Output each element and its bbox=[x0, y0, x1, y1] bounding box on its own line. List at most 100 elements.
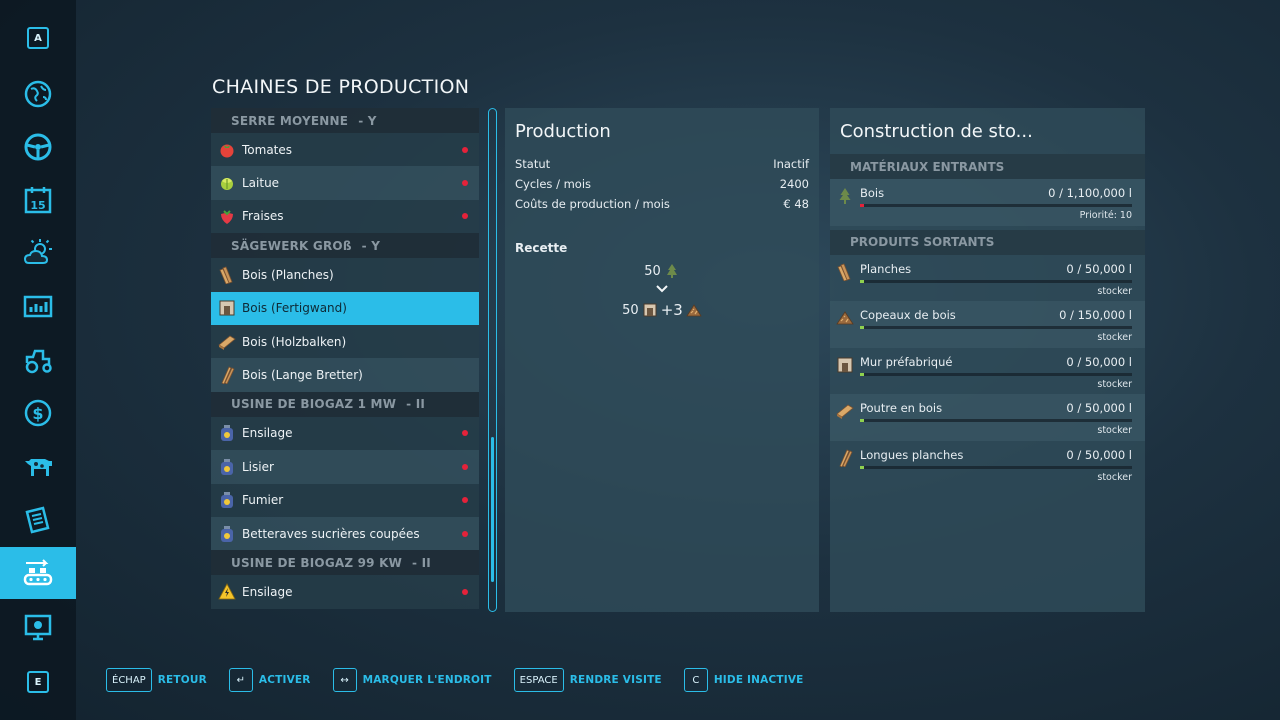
lettuce-icon bbox=[221, 178, 233, 191]
output-material-row[interactable]: Poutre en bois 0 / 50,000 l stocker bbox=[830, 394, 1145, 441]
list-item[interactable]: Fumier bbox=[211, 483, 479, 517]
biogas-bottle-icon bbox=[221, 425, 233, 442]
hint-activate[interactable]: ↵ ACTIVER bbox=[228, 668, 311, 692]
list-item[interactable]: Bois (Planches) bbox=[211, 258, 479, 292]
list-item[interactable]: Lisier bbox=[211, 450, 479, 484]
input-material-row[interactable]: Bois 0 / 1,100,000 l Priorité: 10 bbox=[830, 179, 1145, 226]
animals-icon bbox=[25, 459, 52, 476]
sidebar-item-finance[interactable]: $ bbox=[0, 387, 76, 439]
output-material-row[interactable]: Copeaux de bois 0 / 150,000 l stocker bbox=[830, 301, 1145, 348]
steering-wheel-icon bbox=[24, 133, 52, 161]
outputs-header: PRODUITS SORTANTS bbox=[830, 229, 1145, 255]
production-panel: Production Statut Inactif Cycles / mois 24… bbox=[505, 108, 819, 612]
input-hints-bar: ÉCHAP RETOUR ↵ ACTIVER ↔ MARQUER L'ENDRO… bbox=[106, 668, 826, 692]
inactive-dot bbox=[462, 530, 468, 537]
hint-mark-location[interactable]: ↔ MARQUER L'ENDROIT bbox=[332, 668, 492, 692]
inactive-dot bbox=[462, 588, 468, 595]
sidebar-item-weather[interactable] bbox=[0, 227, 76, 279]
list-item[interactable]: Fraises bbox=[211, 199, 479, 234]
list-item[interactable]: Tomates bbox=[211, 133, 479, 167]
prev-tab-key[interactable]: A bbox=[27, 27, 49, 49]
sidebar-item-help[interactable] bbox=[0, 601, 76, 653]
inactive-dot bbox=[462, 213, 468, 220]
inactive-dot bbox=[462, 430, 468, 437]
next-tab-key[interactable]: E bbox=[27, 671, 49, 693]
section-header-biogaz-1mw: USINE DE BIOGAZ 1 MW - II bbox=[211, 391, 479, 417]
section-header-serre: SERRE MOYENNE - Y bbox=[211, 108, 479, 133]
contracts-icon bbox=[25, 506, 50, 534]
sidebar: A 15 $ E bbox=[0, 0, 76, 720]
sidebar-item-animals[interactable] bbox=[0, 440, 76, 492]
prefab-wall-icon bbox=[643, 303, 657, 317]
sidebar-item-calendar[interactable]: 15 bbox=[0, 174, 76, 226]
help-icon bbox=[24, 614, 52, 641]
biogas-bottle-icon bbox=[221, 525, 233, 542]
section-header-biogaz-99kw: USINE DE BIOGAZ 99 KW - II bbox=[211, 550, 479, 576]
fill-bar bbox=[860, 279, 1132, 283]
sidebar-item-tractor[interactable] bbox=[0, 334, 76, 386]
inactive-dot bbox=[462, 180, 468, 187]
output-material-row[interactable]: Longues planches 0 / 50,000 l stocker bbox=[830, 441, 1145, 488]
svg-text:15: 15 bbox=[30, 199, 45, 212]
hint-visit[interactable]: ESPACE RENDRE VISITE bbox=[513, 668, 662, 692]
list-item[interactable]: Laitue bbox=[211, 166, 479, 200]
list-scrollbar[interactable] bbox=[488, 108, 497, 612]
list-item-selected[interactable]: Bois (Fertigwand) bbox=[211, 291, 479, 325]
recipe-output: 50 +3 bbox=[505, 301, 819, 319]
planks-icon bbox=[219, 266, 233, 284]
woodchips-icon bbox=[836, 311, 854, 325]
recipe-arrow bbox=[505, 281, 819, 297]
sidebar-item-vehicles[interactable] bbox=[0, 121, 76, 173]
biogas-bottle-icon bbox=[221, 492, 233, 509]
scrollbar-thumb[interactable] bbox=[491, 437, 494, 582]
planks-icon bbox=[837, 263, 851, 282]
stat-row-status: Statut Inactif bbox=[515, 157, 809, 171]
tree-icon bbox=[839, 188, 851, 204]
calendar-icon: 15 bbox=[24, 187, 52, 214]
fill-bar bbox=[860, 372, 1132, 376]
svg-text:$: $ bbox=[32, 404, 43, 423]
map-icon bbox=[24, 80, 52, 108]
production-icon bbox=[23, 559, 53, 586]
prefab-wall-icon bbox=[837, 357, 853, 373]
list-item[interactable]: Ensilage bbox=[211, 575, 479, 609]
sidebar-item-statistics[interactable] bbox=[0, 281, 76, 333]
key-enter: ↵ bbox=[228, 668, 253, 692]
recipe-input: 50 bbox=[505, 263, 819, 279]
weather-icon bbox=[23, 239, 52, 264]
recipe-title: Recette bbox=[515, 241, 568, 255]
long-planks-icon bbox=[221, 366, 235, 385]
production-title: Production bbox=[515, 121, 611, 142]
hint-hide-inactive[interactable]: C HIDE INACTIVE bbox=[683, 668, 804, 692]
strawberry-icon bbox=[221, 210, 233, 225]
sidebar-item-map[interactable] bbox=[0, 68, 76, 120]
hint-back[interactable]: ÉCHAP RETOUR bbox=[106, 668, 207, 692]
statistics-icon bbox=[23, 295, 53, 318]
stat-row-cost: Coûts de production / mois € 48 bbox=[515, 197, 809, 211]
sidebar-item-production[interactable] bbox=[0, 547, 76, 599]
wooden-beam-icon bbox=[218, 335, 236, 350]
electricity-warning-icon bbox=[218, 583, 236, 600]
output-material-row[interactable]: Planches 0 / 50,000 l stocker bbox=[830, 255, 1145, 302]
list-item[interactable]: Ensilage bbox=[211, 416, 479, 451]
key-escape: ÉCHAP bbox=[106, 668, 152, 692]
fill-bar bbox=[860, 465, 1132, 469]
list-item[interactable]: Bois (Holzbalken) bbox=[211, 324, 479, 359]
output-material-row[interactable]: Mur préfabriqué 0 / 50,000 l stocker bbox=[830, 348, 1145, 395]
tomato-icon bbox=[220, 144, 234, 158]
inputs-header: MATÉRIAUX ENTRANTS bbox=[830, 154, 1145, 179]
prefab-wall-icon bbox=[219, 300, 235, 316]
page-title: CHAINES DE PRODUCTION bbox=[212, 76, 470, 98]
fill-bar bbox=[860, 419, 1132, 423]
stat-row-cycles: Cycles / mois 2400 bbox=[515, 177, 809, 191]
tree-icon bbox=[666, 264, 677, 278]
woodchips-icon bbox=[686, 304, 702, 317]
wooden-beam-icon bbox=[836, 404, 854, 420]
list-item[interactable]: Bois (Lange Bretter) bbox=[211, 358, 479, 392]
sidebar-item-contracts[interactable] bbox=[0, 494, 76, 546]
fill-bar bbox=[860, 204, 1132, 207]
key-arrows: ↔ bbox=[332, 668, 357, 692]
biogas-bottle-icon bbox=[221, 458, 233, 475]
key-space: ESPACE bbox=[513, 668, 564, 692]
list-item[interactable]: Betteraves sucrières coupées bbox=[211, 516, 479, 551]
